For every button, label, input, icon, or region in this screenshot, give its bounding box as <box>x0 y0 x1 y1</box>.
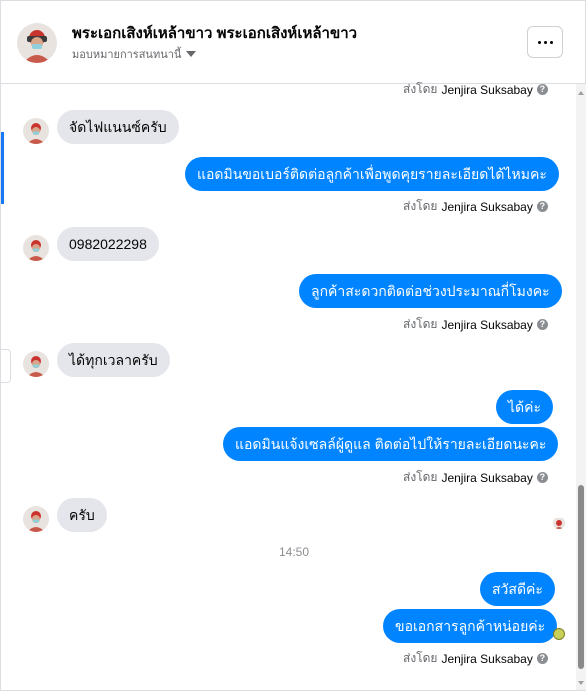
scroll-up-arrow-icon[interactable] <box>578 91 584 95</box>
scroll-down-arrow-icon[interactable] <box>578 681 584 685</box>
more-options-button[interactable] <box>527 26 563 58</box>
sent-by-meta: ส่งโดย Jenjira Suksabay ? <box>403 315 548 334</box>
sender-name: Jenjira Suksabay <box>441 470 533 485</box>
contact-avatar-small <box>23 235 49 261</box>
outgoing-message[interactable]: ลูกค้าสะดวกติดต่อช่วงประมาณกี่โมงคะ <box>299 274 562 308</box>
sent-by-meta: ส่งโดย Jenjira Suksabay ? <box>403 468 548 487</box>
contact-avatar-small <box>23 351 49 377</box>
info-icon[interactable]: ? <box>536 201 548 212</box>
sender-name: Jenjira Suksabay <box>441 82 533 97</box>
outgoing-message[interactable]: แอดมินแจ้งเซลล์ผู้ดูแล ติดต่อไปให้รายละเ… <box>223 427 559 461</box>
outgoing-message[interactable]: แอดมินขอเบอร์ติดต่อลูกค้าเพื่อพูดคุยรายล… <box>185 157 559 191</box>
sent-by-label: ส่งโดย <box>403 651 438 665</box>
selection-accent <box>1 132 4 204</box>
seen-avatar <box>553 517 565 529</box>
sent-by-label: ส่งโดย <box>403 82 438 96</box>
chat-window: พระเอกเสิงห์เหล้าขาว พระเอกเสิงห์เหล้าขา… <box>0 0 586 691</box>
side-panel-tab[interactable] <box>1 349 11 383</box>
contact-name[interactable]: พระเอกเสิงห์เหล้าขาว พระเอกเสิงห์เหล้าขา… <box>72 21 357 45</box>
sent-by-label: ส่งโดย <box>403 470 438 484</box>
info-icon[interactable]: ? <box>536 653 548 664</box>
info-icon[interactable]: ? <box>536 84 548 95</box>
outgoing-message[interactable]: สวัสดีค่ะ <box>480 572 555 606</box>
outgoing-message[interactable]: ได้ค่ะ <box>496 390 554 424</box>
more-icon-dot <box>543 40 547 44</box>
incoming-message[interactable]: ครับ <box>57 498 107 532</box>
contact-avatar-small <box>23 118 49 144</box>
incoming-message[interactable]: ได้ทุกเวลาครับ <box>57 343 170 377</box>
assign-conversation-dropdown[interactable]: มอบหมายการสนทนานี้ <box>72 45 197 63</box>
more-icon <box>537 40 541 44</box>
seen-avatar <box>553 628 565 640</box>
assign-label: มอบหมายการสนทนานี้ <box>72 49 182 61</box>
incoming-message[interactable]: จัดไฟแนนซ์ครับ <box>57 110 179 144</box>
sent-by-meta: ส่งโดย Jenjira Suksabay ? <box>403 649 548 668</box>
sent-by-label: ส่งโดย <box>403 199 438 213</box>
sent-by-label: ส่งโดย <box>403 317 438 331</box>
info-icon[interactable]: ? <box>536 319 548 330</box>
info-icon[interactable]: ? <box>536 472 548 483</box>
scrollbar-thumb[interactable] <box>578 485 584 669</box>
sent-by-meta: ส่งโดย Jenjira Suksabay ? <box>403 197 548 216</box>
outgoing-message[interactable]: ขอเอกสารลูกค้าหน่อยค่ะ <box>383 609 558 643</box>
contact-avatar-small <box>23 506 49 532</box>
more-icon-dot <box>549 40 553 44</box>
incoming-message[interactable]: 0982022298 <box>57 227 159 261</box>
contact-avatar[interactable] <box>17 23 57 63</box>
sender-name: Jenjira Suksabay <box>441 199 533 214</box>
sender-name: Jenjira Suksabay <box>441 317 533 332</box>
conversation-header: พระเอกเสิงห์เหล้าขาว พระเอกเสิงห์เหล้าขา… <box>1 1 585 84</box>
sent-by-meta: ส่งโดย Jenjira Suksabay ? <box>403 80 548 99</box>
caret-down-icon <box>186 51 197 57</box>
sender-name: Jenjira Suksabay <box>441 651 533 666</box>
message-timestamp: 14:50 <box>278 545 310 559</box>
